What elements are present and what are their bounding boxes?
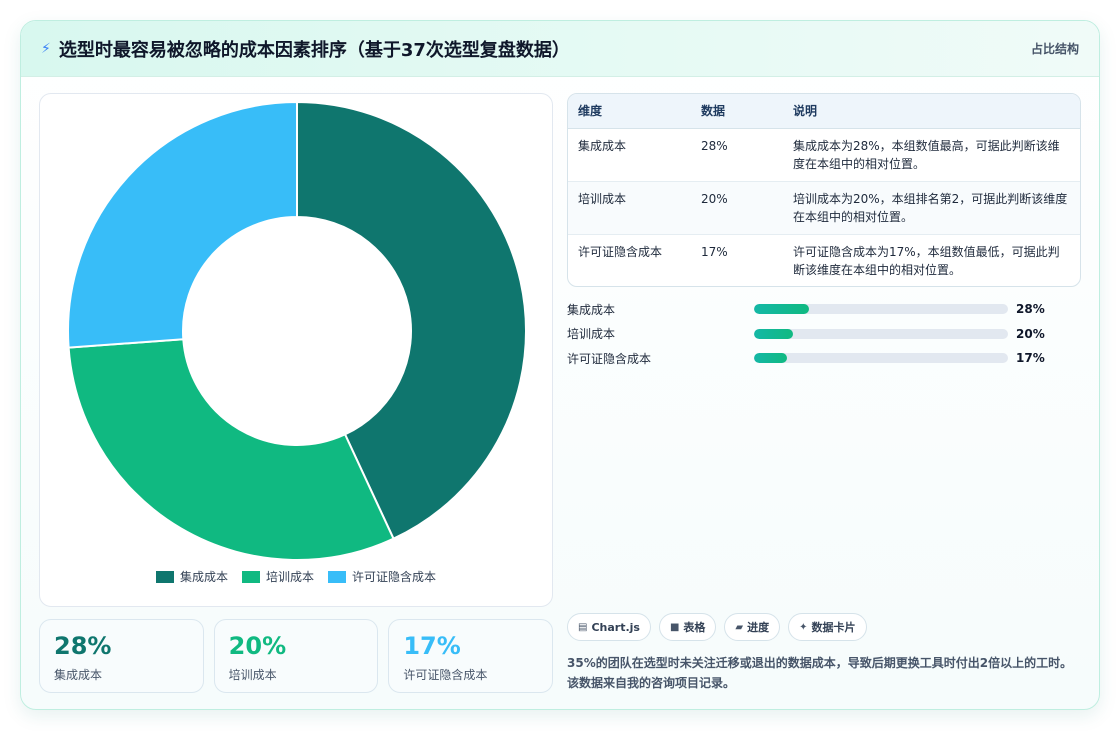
bolt-icon: ⚡: [41, 40, 51, 57]
progress-track: [754, 353, 1008, 364]
chart-legend: 集成成本 培训成本 许可证隐含成本: [40, 568, 552, 585]
progress-value: 28%: [1016, 302, 1045, 317]
legend-swatch: [241, 570, 260, 583]
table-cell: 许可证隐含成本: [578, 244, 663, 259]
chart-type-tag: 占比结构: [1030, 42, 1079, 56]
table-icon: ■: [669, 621, 680, 633]
legend-label: 集成成本: [179, 570, 228, 584]
table-cell: 28%: [701, 138, 728, 153]
progress-label: 集成成本: [567, 302, 616, 317]
data-table: 维度 数据 说明 集成成本 28% 集成成本为28%，本组数值最高，可据此判断该…: [568, 94, 1080, 286]
progress-value: 20%: [1016, 326, 1045, 341]
stat-card: 17% 许可证隐含成本: [388, 619, 554, 693]
table-cell: 培训成本: [578, 191, 627, 206]
chip-label: Chart.js: [591, 620, 640, 634]
progress-icon: ▰: [735, 621, 744, 633]
stat-value: 28%: [54, 632, 112, 660]
table-cell: 培训成本为20%，本组排名第2，可据此判断该维度在本组中的相对位置。: [793, 191, 1068, 224]
progress-label: 培训成本: [567, 327, 616, 342]
stat-label: 培训成本: [228, 668, 277, 682]
progress-fill: [754, 328, 794, 339]
column-header: 数据: [691, 94, 783, 129]
legend-item[interactable]: 培训成本: [241, 568, 314, 585]
legend-swatch: [155, 570, 174, 583]
chart-icon: ▤: [578, 621, 588, 633]
chip-progress[interactable]: ▰ 进度: [724, 613, 781, 641]
stat-value: 20%: [228, 632, 287, 660]
table-cell: 集成成本: [578, 138, 627, 153]
table-cell: 20%: [701, 191, 728, 206]
legend-item[interactable]: 集成成本: [155, 568, 228, 585]
column-header: 说明: [783, 94, 1080, 129]
legend-item[interactable]: 许可证隐含成本: [328, 568, 436, 585]
chip-chartjs[interactable]: ▤ Chart.js: [567, 613, 651, 641]
chip-label: 进度: [747, 621, 770, 634]
pie-slice[interactable]: [67, 338, 395, 561]
footnote: 35%的团队在选型时未关注迁移或退出的数据成本，导致后期更换工具时付出2倍以上的…: [567, 656, 1073, 690]
progress-bars: 集成成本 28% 培训成本 20% 许可证隐含成本 17%: [567, 297, 1081, 371]
stat-cards: 28% 集成成本 20% 培训成本 17% 许可证隐含成本: [39, 619, 554, 693]
table-row: 集成成本 28% 集成成本为28%，本组数值最高，可据此判断该维度在本组中的相对…: [568, 128, 1080, 181]
column-header: 维度: [568, 94, 691, 129]
progress-track: [754, 304, 1008, 315]
stat-card: 20% 培训成本: [213, 619, 379, 693]
progress-value: 17%: [1016, 351, 1045, 366]
table-cell: 集成成本为28%，本组数值最高，可据此判断该维度在本组中的相对位置。: [793, 138, 1060, 171]
chip-data-card[interactable]: ✦ 数据卡片: [788, 613, 867, 641]
progress-label: 许可证隐含成本: [567, 351, 652, 366]
card-icon: ✦: [799, 621, 808, 633]
progress-track: [754, 328, 1008, 339]
data-table-panel: 维度 数据 说明 集成成本 28% 集成成本为28%，本组数值最高，可据此判断该…: [567, 93, 1081, 287]
donut-chart: [67, 100, 527, 561]
chart-card: ⚡ 选型时最容易被忽略的成本因素排序（基于37次选型复盘数据） 占比结构 集成成…: [20, 20, 1100, 710]
table-header-row: 维度 数据 说明: [568, 94, 1080, 129]
stat-card: 28% 集成成本: [39, 619, 204, 693]
chip-label: 表格: [683, 621, 706, 634]
progress-row: 集成成本 28%: [567, 297, 1081, 322]
feature-chips: ▤ Chart.js ■ 表格 ▰ 进度 ✦ 数据卡片: [567, 613, 867, 641]
table-row: 培训成本 20% 培训成本为20%，本组排名第2，可据此判断该维度在本组中的相对…: [568, 181, 1080, 234]
legend-label: 培训成本: [265, 570, 314, 584]
progress-row: 许可证隐含成本 17%: [567, 346, 1081, 371]
stat-label: 集成成本: [54, 668, 103, 682]
progress-row: 培训成本 20%: [567, 322, 1081, 347]
chip-table[interactable]: ■ 表格: [658, 613, 717, 641]
progress-fill: [754, 304, 809, 315]
legend-swatch: [328, 570, 346, 583]
donut-chart-panel: 集成成本 培训成本 许可证隐含成本: [39, 93, 553, 607]
title-wrap: ⚡ 选型时最容易被忽略的成本因素排序（基于37次选型复盘数据）: [41, 36, 570, 62]
stat-label: 许可证隐含成本: [403, 668, 488, 682]
progress-fill: [754, 353, 788, 364]
table-cell: 17%: [701, 244, 728, 259]
pie-slice[interactable]: [67, 100, 298, 349]
legend-label: 许可证隐含成本: [352, 570, 437, 584]
page-title: 选型时最容易被忽略的成本因素排序（基于37次选型复盘数据）: [58, 39, 570, 61]
chip-label: 数据卡片: [811, 621, 856, 634]
card-header: ⚡ 选型时最容易被忽略的成本因素排序（基于37次选型复盘数据） 占比结构: [21, 21, 1099, 77]
table-cell: 许可证隐含成本为17%，本组数值最低，可据此判断该维度在本组中的相对位置。: [793, 244, 1060, 277]
table-row: 许可证隐含成本 17% 许可证隐含成本为17%，本组数值最低，可据此判断该维度在…: [568, 234, 1080, 286]
stat-value: 17%: [403, 632, 461, 660]
